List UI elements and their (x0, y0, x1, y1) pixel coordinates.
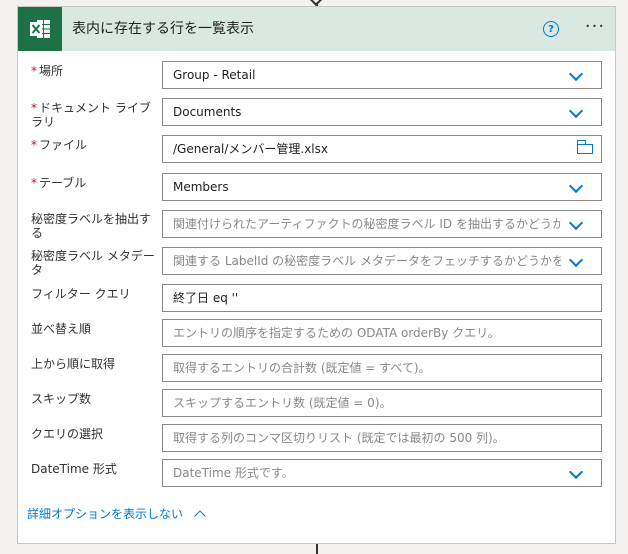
chevron-down-icon[interactable] (568, 215, 584, 231)
field-dropdown[interactable]: Members (162, 173, 602, 201)
field-label-text: ファイル (39, 138, 88, 152)
field-label-text: ドキュメント ライブラリ (31, 101, 151, 129)
field-label: クエリの選択 (31, 427, 161, 441)
field-label-text: テーブル (39, 176, 87, 190)
field-label: フィルター クエリ (31, 287, 161, 301)
field-placeholder: 取得するエントリの合計数 (既定値 = すべて)。 (173, 361, 431, 375)
field-value: Group - Retail (173, 68, 256, 82)
field-dropdown[interactable]: Group - Retail (162, 61, 602, 89)
field-placeholder: スキップするエントリ数 (既定値 = 0)。 (173, 396, 392, 410)
field-placeholder: 関連する LabelId の秘密度ラベル メタデータをフェッチするかどうかを (173, 254, 563, 268)
field-label-text: フィルター クエリ (31, 287, 131, 301)
help-icon[interactable]: ? (543, 21, 559, 37)
file-path-input[interactable]: /General/メンバー管理.xlsx (162, 135, 602, 163)
field-placeholder: 取得する列のコンマ区切りリスト (既定では最初の 500 列)。 (173, 431, 505, 445)
action-card: 表内に存在する行を一覧表示 ? ··· * 場所 Group - Retail * ドキ… (17, 6, 616, 544)
field-value: 終了日 eq '' (173, 291, 239, 305)
chevron-down-icon[interactable] (568, 178, 584, 194)
toggle-advanced-options-link[interactable]: 詳細オプションを表示しない (27, 505, 183, 522)
field-label: * 場所 (31, 64, 161, 78)
field-input[interactable]: スキップするエントリ数 (既定値 = 0)。 (162, 389, 602, 417)
field-dropdown[interactable]: 関連付けられたアーティファクトの秘密度ラベル ID を抽出するかどうか (162, 210, 602, 238)
field-label: * ドキュメント ライブラリ (31, 101, 161, 129)
field-value: Documents (173, 105, 242, 119)
field-dropdown[interactable]: Documents (162, 98, 602, 126)
chevron-down-icon[interactable] (568, 103, 584, 119)
field-dropdown[interactable]: DateTime 形式です。 (162, 459, 602, 487)
field-label-text: クエリの選択 (31, 427, 104, 441)
field-label: * ファイル (31, 138, 161, 152)
field-label-text: 秘密度ラベル メタデータ (31, 249, 155, 277)
required-marker: * (31, 176, 37, 190)
field-label: * テーブル (31, 176, 161, 190)
field-label-text: 秘密度ラベルを抽出する (31, 212, 152, 240)
action-header[interactable]: 表内に存在する行を一覧表示 ? ··· (18, 7, 615, 51)
field-label: 秘密度ラベル メタデータ (31, 249, 161, 277)
chevron-up-icon[interactable] (194, 510, 206, 522)
field-label: 並べ替え順 (31, 322, 161, 336)
field-input[interactable]: 取得する列のコンマ区切りリスト (既定では最初の 500 列)。 (162, 424, 602, 452)
chevron-down-icon[interactable] (568, 66, 584, 82)
field-label-text: スキップ数 (31, 392, 92, 406)
field-label: スキップ数 (31, 392, 161, 406)
excel-icon (18, 7, 62, 51)
chevron-down-icon[interactable] (568, 252, 584, 268)
field-label-text: DateTime 形式 (31, 462, 117, 476)
field-label-text: 上から順に取得 (31, 357, 116, 371)
field-label-text: 並べ替え順 (31, 322, 92, 336)
field-value: Members (173, 180, 229, 194)
field-label: DateTime 形式 (31, 462, 161, 476)
required-marker: * (31, 138, 37, 152)
field-label-text: 場所 (39, 64, 64, 78)
required-marker: * (31, 64, 37, 78)
action-title: 表内に存在する行を一覧表示 (72, 21, 254, 37)
folder-icon[interactable] (576, 140, 593, 154)
field-placeholder: エントリの順序を指定するための ODATA orderBy クエリ。 (173, 326, 500, 340)
more-options-icon[interactable]: ··· (583, 18, 607, 39)
required-marker: * (31, 101, 37, 115)
field-input[interactable]: 取得するエントリの合計数 (既定値 = すべて)。 (162, 354, 602, 382)
flow-connector-bottom (316, 544, 318, 554)
field-label: 秘密度ラベルを抽出する (31, 212, 161, 240)
field-input[interactable]: 終了日 eq '' (162, 284, 602, 312)
chevron-down-icon[interactable] (568, 464, 584, 480)
field-placeholder: 関連付けられたアーティファクトの秘密度ラベル ID を抽出するかどうか (173, 217, 563, 231)
field-value: /General/メンバー管理.xlsx (173, 142, 328, 156)
field-label: 上から順に取得 (31, 357, 161, 371)
field-dropdown[interactable]: 関連する LabelId の秘密度ラベル メタデータをフェッチするかどうかを (162, 247, 602, 275)
field-input[interactable]: エントリの順序を指定するための ODATA orderBy クエリ。 (162, 319, 602, 347)
field-placeholder: DateTime 形式です。 (173, 466, 294, 480)
